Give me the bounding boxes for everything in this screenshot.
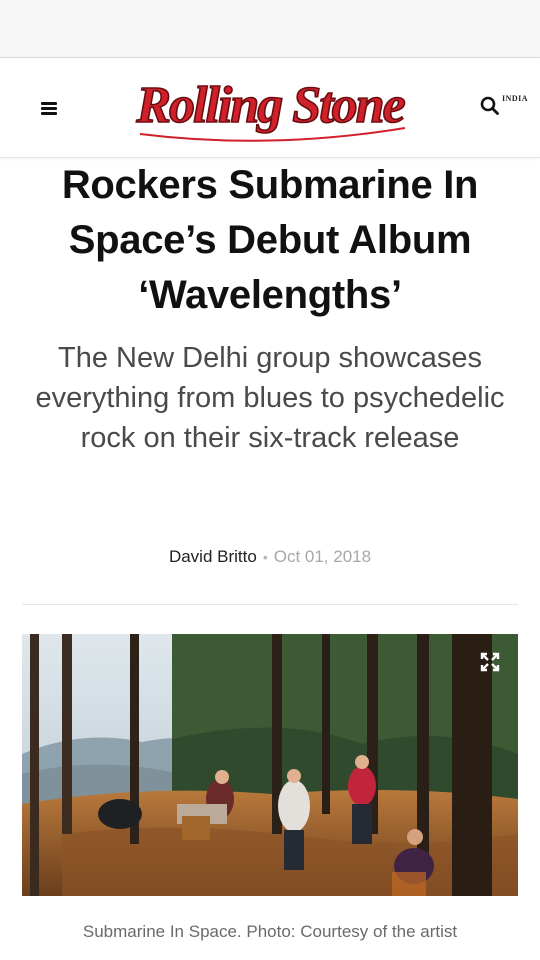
search-button[interactable]	[478, 94, 502, 118]
article-image[interactable]	[22, 634, 518, 896]
browser-top-bar	[0, 0, 540, 58]
expand-image-button[interactable]	[480, 652, 500, 672]
article-title: Rockers Submarine In Space’s Debut Album…	[61, 163, 479, 317]
site-logo[interactable]: Rolling Stone INDIA	[120, 72, 528, 148]
expand-icon	[480, 652, 500, 672]
logo-wordmark: Rolling Stone	[135, 76, 407, 142]
hamburger-menu-icon	[41, 102, 57, 105]
byline: David Britto • Oct 01, 2018	[0, 544, 540, 570]
image-caption: Submarine In Space. Photo: Courtesy of t…	[82, 922, 458, 941]
search-icon	[480, 96, 499, 115]
article-subtitle: The New Delhi group showcases everything…	[35, 342, 505, 454]
menu-button[interactable]	[38, 96, 64, 120]
site-header: Rolling Stone INDIA	[0, 58, 540, 158]
band-photo	[22, 634, 518, 896]
author-link[interactable]: David Britto	[169, 547, 257, 566]
logo-edition: INDIA	[502, 94, 529, 103]
publish-date: Oct 01, 2018	[273, 547, 372, 566]
divider	[22, 604, 518, 605]
svg-text:Rolling Stone: Rolling Stone	[135, 77, 404, 134]
byline-separator: •	[262, 549, 268, 565]
